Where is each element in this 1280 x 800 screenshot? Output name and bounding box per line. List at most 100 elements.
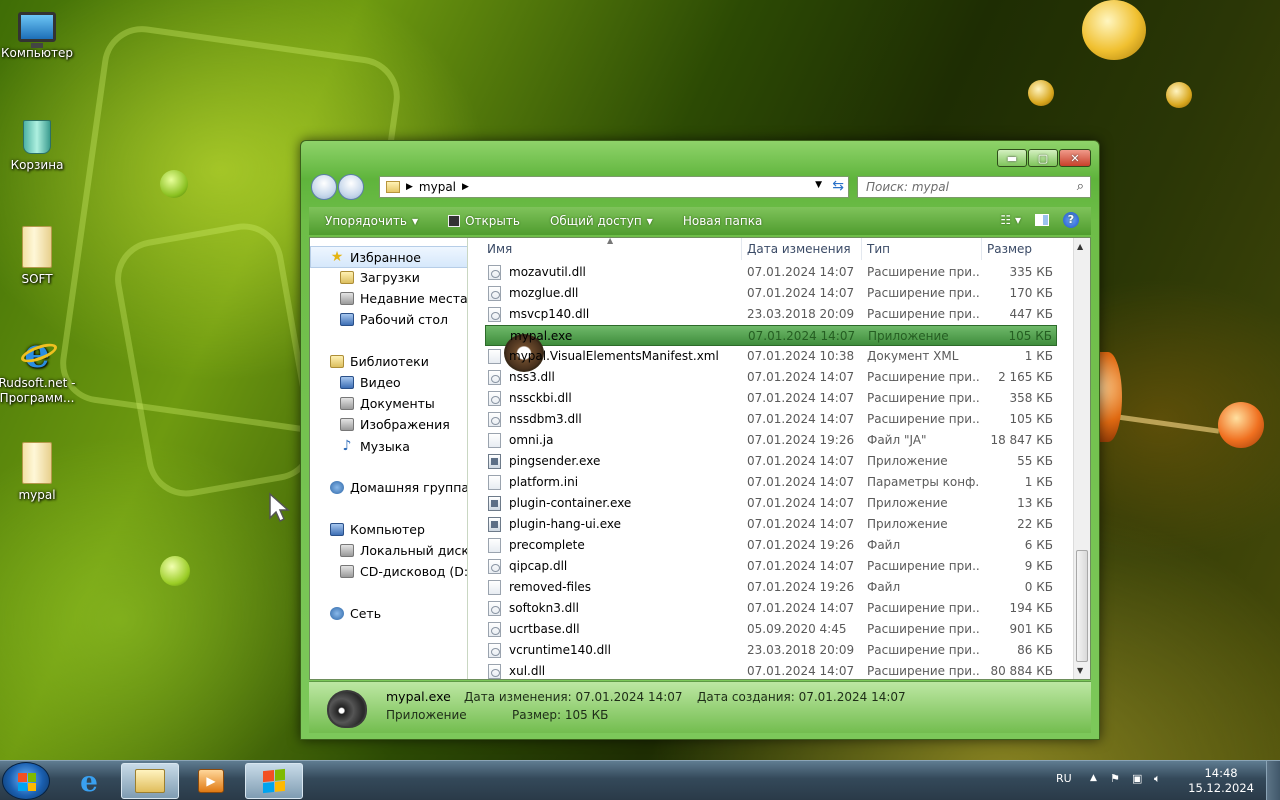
view-options-icon[interactable]: ☷ ▾ xyxy=(1000,213,1021,227)
volume-muted-icon[interactable]: 🔈︎ xyxy=(1154,772,1161,786)
nav-item-network[interactable]: Сеть xyxy=(330,606,381,621)
nav-item-favorites[interactable]: ★ Избранное xyxy=(330,249,421,265)
desktop-icon-computer[interactable]: Компьютер xyxy=(0,12,77,61)
desktop-icon-soft-folder[interactable]: SOFT xyxy=(0,226,77,287)
table-row[interactable]: precomplete 07.01.2024 19:26 Файл 6 КБ xyxy=(485,535,1057,556)
table-row[interactable]: nss3.dll 07.01.2024 14:07 Расширение при..… xyxy=(485,367,1057,388)
table-row[interactable]: nssdbm3.dll 07.01.2024 14:07 Расширение пр… xyxy=(485,409,1057,430)
maximize-button[interactable]: ▢ xyxy=(1028,149,1058,167)
vertical-scrollbar[interactable]: ▲ ▼ xyxy=(1073,238,1090,679)
table-row[interactable]: ucrtbase.dll 05.09.2020 4:45 Расширение пр… xyxy=(485,619,1057,640)
file-size: 1 КБ xyxy=(1024,349,1053,363)
table-row[interactable]: platform.ini 07.01.2024 14:07 Параметры ко… xyxy=(485,472,1057,493)
language-indicator[interactable]: RU xyxy=(1056,772,1072,785)
nav-item-homegroup[interactable]: Домашняя группа xyxy=(330,480,468,495)
new-folder-button[interactable]: Новая папка xyxy=(683,214,762,228)
preview-pane-icon[interactable] xyxy=(1035,214,1049,226)
column-header-size[interactable]: Размер xyxy=(987,242,1032,256)
table-row[interactable]: plugin-container.exe 07.01.2024 14:07 Прил… xyxy=(485,493,1057,514)
help-icon[interactable]: ? xyxy=(1063,212,1079,228)
file-name: precomplete xyxy=(509,538,585,552)
scroll-down-icon[interactable]: ▼ xyxy=(1077,666,1083,675)
close-button[interactable]: ✕ xyxy=(1059,149,1091,167)
table-row[interactable]: mozglue.dll 07.01.2024 14:07 Расширение пр… xyxy=(485,283,1057,304)
table-row[interactable]: vcruntime140.dll 23.03.2018 20:09 Расширен… xyxy=(485,640,1057,661)
table-row[interactable]: plugin-hang-ui.exe 07.01.2024 14:07 Прилож… xyxy=(485,514,1057,535)
column-header-type[interactable]: Тип xyxy=(867,242,890,256)
organize-button[interactable]: Упорядочить ▼ xyxy=(325,214,418,228)
open-button[interactable]: Открыть xyxy=(448,214,520,228)
search-input[interactable]: Поиск: mypal ⌕ xyxy=(857,176,1091,198)
nav-item-music[interactable]: ♪ Музыка xyxy=(340,438,410,454)
refresh-icon[interactable]: ⇆ xyxy=(832,178,844,194)
network-status-icon[interactable]: ▣ xyxy=(1132,772,1142,785)
nav-item-label: Домашняя группа xyxy=(350,480,468,495)
search-icon[interactable]: ⌕ xyxy=(1077,179,1084,194)
dll-file-icon xyxy=(488,664,501,679)
nav-item-label: Локальный диск xyxy=(360,543,468,558)
file-date: 07.01.2024 14:07 xyxy=(747,559,855,573)
forward-button[interactable] xyxy=(338,174,364,200)
share-button[interactable]: Общий доступ ▼ xyxy=(550,214,653,228)
internet-explorer-icon: e xyxy=(80,764,98,798)
table-row[interactable]: pingsender.exe 07.01.2024 14:07 Приложение… xyxy=(485,451,1057,472)
back-button[interactable] xyxy=(311,174,337,200)
chevron-down-icon[interactable]: ▼ xyxy=(815,180,822,190)
show-desktop-button[interactable] xyxy=(1266,761,1280,800)
table-row[interactable]: mypal.VisualElementsManifest.xml 07.01.20… xyxy=(485,346,1057,367)
address-bar[interactable]: ▶ mypal ▶ ▼ ⇆ xyxy=(379,176,849,198)
desktop-icon-label: Rudsoft.net - Программ... xyxy=(0,376,76,405)
explorer-window[interactable]: ▬ ▢ ✕ ▶ mypal ▶ ▼ ⇆ Поиск: mypal ⌕ Упоря… xyxy=(300,140,1100,740)
desktop-icon-mypal-folder[interactable]: mypal xyxy=(0,442,77,503)
file-size: 80 884 КБ xyxy=(990,664,1053,678)
nav-item-images[interactable]: Изображения xyxy=(340,417,450,432)
desktop-icon-rudsoft-link[interactable]: e Rudsoft.net - Программ... xyxy=(0,334,77,406)
file-date: 07.01.2024 14:07 xyxy=(747,286,855,300)
nav-item-recent[interactable]: Недавние места xyxy=(340,291,467,306)
breadcrumb-separator-icon: ▶ xyxy=(406,182,413,192)
table-row[interactable]: removed-files 07.01.2024 19:26 Файл 0 КБ xyxy=(485,577,1057,598)
clock-date: 15.12.2024 xyxy=(1188,781,1254,795)
table-row[interactable]: msvcp140.dll 23.03.2018 20:09 Расширение п… xyxy=(485,304,1057,325)
taskbar-media-player[interactable]: ▶ xyxy=(182,763,240,799)
table-row[interactable]: omni.ja 07.01.2024 19:26 Файл "JA" 18 847 К… xyxy=(485,430,1057,451)
nav-item-downloads[interactable]: Загрузки xyxy=(340,270,420,285)
table-row[interactable]: xul.dll 07.01.2024 14:07 Расширение при...… xyxy=(485,661,1057,679)
show-hidden-icons-icon[interactable]: ▲ xyxy=(1090,773,1097,783)
file-type: Приложение xyxy=(868,329,949,343)
file-name: omni.ja xyxy=(509,433,554,447)
start-button[interactable] xyxy=(2,762,50,800)
taskbar-internet-explorer[interactable]: e xyxy=(60,763,118,799)
file-name: ucrtbase.dll xyxy=(509,622,580,636)
nav-item-video[interactable]: Видео xyxy=(340,375,401,390)
table-row[interactable]: mypal.exe 07.01.2024 14:07 Приложение 105 К… xyxy=(485,325,1057,372)
nav-item-cd-drive[interactable]: CD-дисковод (D:) xyxy=(340,564,467,579)
clock[interactable]: 14:48 15.12.2024 xyxy=(1188,766,1254,796)
breadcrumb[interactable]: mypal xyxy=(419,180,456,194)
minimize-button[interactable]: ▬ xyxy=(997,149,1027,167)
table-row[interactable]: mozavutil.dll 07.01.2024 14:07 Расширение … xyxy=(485,262,1057,283)
nav-item-documents[interactable]: Документы xyxy=(340,396,435,411)
column-header-name[interactable]: Имя xyxy=(487,242,512,256)
file-name: plugin-container.exe xyxy=(509,496,632,510)
taskbar-explorer[interactable] xyxy=(121,763,179,799)
nav-item-local-disk[interactable]: Локальный диск xyxy=(340,543,468,558)
taskbar-windows-app[interactable] xyxy=(245,763,303,799)
desktop-icon-label: mypal xyxy=(18,488,56,502)
action-center-flag-icon[interactable]: ⚑ xyxy=(1110,772,1120,785)
scroll-up-icon[interactable]: ▲ xyxy=(1077,242,1083,251)
table-row[interactable]: qipcap.dll 07.01.2024 14:07 Расширение при… xyxy=(485,556,1057,577)
column-header-date[interactable]: Дата изменения xyxy=(747,242,851,256)
dll-file-icon xyxy=(488,370,501,385)
nav-item-computer[interactable]: Компьютер xyxy=(330,522,425,537)
nav-item-libraries[interactable]: Библиотеки xyxy=(330,354,429,369)
dll-file-icon xyxy=(488,622,501,637)
table-row[interactable]: softokn3.dll 07.01.2024 14:07 Расширение п… xyxy=(485,598,1057,619)
file-size: 0 КБ xyxy=(1024,580,1053,594)
desktop-icon-recycle-bin[interactable]: Корзина xyxy=(0,120,77,173)
scrollbar-thumb[interactable] xyxy=(1076,550,1088,662)
wallpaper-molecule xyxy=(1028,80,1054,106)
nav-item-desktop[interactable]: Рабочий стол xyxy=(340,312,448,327)
table-row[interactable]: nssckbi.dll 07.01.2024 14:07 Расширение пр… xyxy=(485,388,1057,409)
images-icon xyxy=(340,418,354,431)
